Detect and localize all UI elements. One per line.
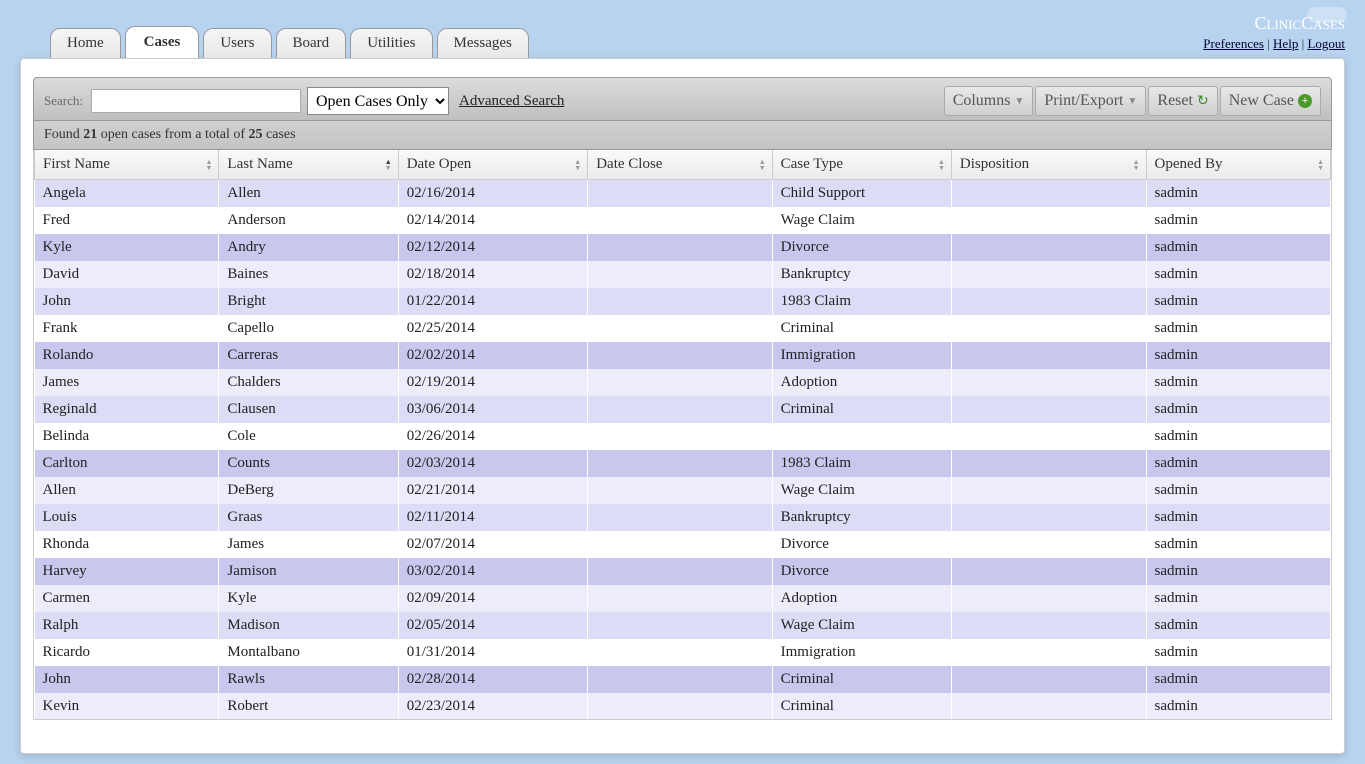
cases-table-wrap: First Name▲▼Last Name▲▼Date Open▲▼Date C… <box>33 150 1332 720</box>
cases-table: First Name▲▼Last Name▲▼Date Open▲▼Date C… <box>34 150 1331 719</box>
sort-icon: ▲▼ <box>385 159 392 171</box>
table-row[interactable]: RolandoCarreras02/02/2014Immigrationsadm… <box>35 342 1331 369</box>
print-export-label: Print/Export <box>1044 92 1123 110</box>
table-row[interactable]: KyleAndry02/12/2014Divorcesadmin <box>35 234 1331 261</box>
table-row[interactable]: DavidBaines02/18/2014Bankruptcysadmin <box>35 261 1331 288</box>
cases-table-scroll[interactable]: First Name▲▼Last Name▲▼Date Open▲▼Date C… <box>34 150 1331 719</box>
tab-messages[interactable]: Messages <box>437 28 529 58</box>
help-link[interactable]: Help <box>1273 36 1298 51</box>
refresh-icon: ↻ <box>1197 93 1209 110</box>
table-row[interactable]: BelindaCole02/26/2014sadmin <box>35 423 1331 450</box>
table-row[interactable]: FrankCapello02/25/2014Criminalsadmin <box>35 315 1331 342</box>
chevron-down-icon: ▼ <box>1014 96 1024 107</box>
sort-icon: ▲▼ <box>1133 159 1140 171</box>
case-filter-select[interactable]: Open Cases Only <box>307 87 449 115</box>
col-date-close[interactable]: Date Close▲▼ <box>588 150 772 180</box>
results-total: 25 <box>249 127 263 142</box>
cloud-icon <box>1307 7 1347 23</box>
sort-icon: ▲▼ <box>1317 159 1324 171</box>
col-last-name[interactable]: Last Name▲▼ <box>219 150 398 180</box>
new-case-button[interactable]: New Case + <box>1220 86 1321 116</box>
col-date-open[interactable]: Date Open▲▼ <box>398 150 588 180</box>
sort-icon: ▲▼ <box>205 159 212 171</box>
table-row[interactable]: CarltonCounts02/03/20141983 Claimsadmin <box>35 450 1331 477</box>
nav-tabs: HomeCasesUsersBoardUtilitiesMessages <box>50 26 529 58</box>
advanced-search-link[interactable]: Advanced Search <box>459 93 564 110</box>
app-logo: ClinicCases <box>1255 13 1345 34</box>
logout-link[interactable]: Logout <box>1307 36 1345 51</box>
tab-board[interactable]: Board <box>276 28 347 58</box>
col-first-name[interactable]: First Name▲▼ <box>35 150 219 180</box>
table-row[interactable]: HarveyJamison03/02/2014Divorcesadmin <box>35 558 1331 585</box>
columns-label: Columns <box>953 92 1011 110</box>
tab-users[interactable]: Users <box>203 28 271 58</box>
header-links: Preferences | Help | Logout <box>1203 36 1345 52</box>
plus-icon: + <box>1298 94 1312 108</box>
columns-button[interactable]: Columns ▼ <box>944 86 1034 116</box>
results-summary: Found 21 open cases from a total of 25 c… <box>33 121 1332 150</box>
table-row[interactable]: JamesChalders02/19/2014Adoptionsadmin <box>35 369 1331 396</box>
table-header-row: First Name▲▼Last Name▲▼Date Open▲▼Date C… <box>35 150 1331 180</box>
table-row[interactable]: KevinRobert02/23/2014Criminalsadmin <box>35 693 1331 719</box>
table-row[interactable]: RicardoMontalbano01/31/2014Immigrationsa… <box>35 639 1331 666</box>
results-count: 21 <box>83 127 97 142</box>
tab-home[interactable]: Home <box>50 28 121 58</box>
header-right: ClinicCases Preferences | Help | Logout <box>1203 13 1345 58</box>
preferences-link[interactable]: Preferences <box>1203 36 1264 51</box>
logo-text-a: Clinic <box>1255 13 1302 33</box>
table-row[interactable]: ReginaldClausen03/06/2014Criminalsadmin <box>35 396 1331 423</box>
toolbar: Search: Open Cases Only Advanced Search … <box>33 77 1332 121</box>
toolbar-left: Search: Open Cases Only Advanced Search <box>44 87 564 115</box>
table-row[interactable]: JohnRawls02/28/2014Criminalsadmin <box>35 666 1331 693</box>
table-row[interactable]: CarmenKyle02/09/2014Adoptionsadmin <box>35 585 1331 612</box>
tab-utilities[interactable]: Utilities <box>350 28 432 58</box>
col-opened-by[interactable]: Opened By▲▼ <box>1146 150 1330 180</box>
sort-icon: ▲▼ <box>938 159 945 171</box>
chevron-down-icon: ▼ <box>1128 96 1138 107</box>
reset-label: Reset <box>1157 92 1193 110</box>
sort-icon: ▲▼ <box>574 159 581 171</box>
table-row[interactable]: JohnBright01/22/20141983 Claimsadmin <box>35 288 1331 315</box>
toolbar-right: Columns ▼ Print/Export ▼ Reset ↻ New Cas… <box>944 86 1321 116</box>
table-row[interactable]: LouisGraas02/11/2014Bankruptcysadmin <box>35 504 1331 531</box>
tab-cases[interactable]: Cases <box>125 26 200 58</box>
new-case-label: New Case <box>1229 92 1294 110</box>
table-row[interactable]: FredAnderson02/14/2014Wage Claimsadmin <box>35 207 1331 234</box>
table-row[interactable]: RhondaJames02/07/2014Divorcesadmin <box>35 531 1331 558</box>
main-panel: Search: Open Cases Only Advanced Search … <box>20 58 1345 754</box>
sort-icon: ▲▼ <box>759 159 766 171</box>
col-disposition[interactable]: Disposition▲▼ <box>951 150 1146 180</box>
col-case-type[interactable]: Case Type▲▼ <box>772 150 951 180</box>
table-row[interactable]: RalphMadison02/05/2014Wage Claimsadmin <box>35 612 1331 639</box>
reset-button[interactable]: Reset ↻ <box>1148 86 1217 116</box>
print-export-button[interactable]: Print/Export ▼ <box>1035 86 1146 116</box>
search-label: Search: <box>44 93 83 109</box>
table-body: AngelaAllen02/16/2014Child Supportsadmin… <box>35 180 1331 720</box>
table-row[interactable]: AngelaAllen02/16/2014Child Supportsadmin <box>35 180 1331 208</box>
search-input[interactable] <box>91 89 301 113</box>
header-bar: HomeCasesUsersBoardUtilitiesMessages Cli… <box>0 0 1365 58</box>
table-row[interactable]: AllenDeBerg02/21/2014Wage Claimsadmin <box>35 477 1331 504</box>
